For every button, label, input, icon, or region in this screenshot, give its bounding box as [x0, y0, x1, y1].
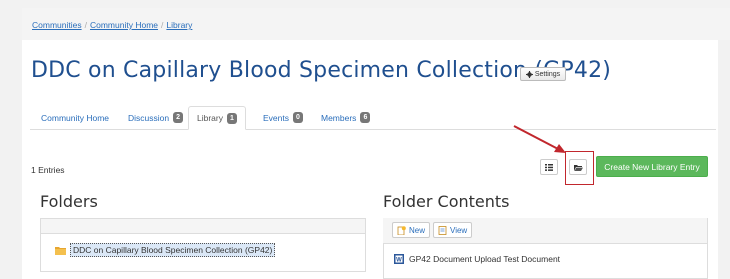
left-gutter: [0, 8, 22, 279]
tab-community-home[interactable]: Community Home: [41, 106, 109, 129]
list-view-button[interactable]: [540, 159, 558, 175]
gear-icon: [525, 70, 533, 78]
list-icon: [545, 163, 553, 171]
tab-label: Community Home: [41, 112, 110, 123]
folder-label: DDC on Capillary Blood Specimen Collecti…: [70, 243, 276, 257]
create-library-entry-button[interactable]: Create New Library Entry: [596, 156, 708, 177]
entries-count: 1 Entries: [31, 165, 65, 175]
document-label: GP42 Document Upload Test Document: [409, 254, 561, 264]
new-document-button[interactable]: New: [392, 222, 431, 238]
folder-contents-toolbar: [383, 218, 707, 244]
view-label: View: [450, 225, 468, 235]
folder-contents-heading: Folder Contents: [383, 192, 510, 211]
count-badge: 1: [226, 112, 237, 124]
breadcrumb-communities[interactable]: Communities: [32, 20, 82, 30]
settings-label: Settings: [534, 70, 561, 78]
tab-discussion[interactable]: Discussion 2: [128, 106, 184, 129]
count-badge: 2: [173, 112, 184, 123]
breadcrumb-library[interactable]: Library: [166, 20, 192, 30]
count-badge: 6: [360, 112, 371, 123]
folders-heading: Folders: [40, 192, 98, 211]
highlight-box: [565, 151, 594, 185]
breadcrumb-community-home[interactable]: Community Home: [90, 20, 158, 30]
new-document-icon: [397, 225, 406, 235]
settings-button[interactable]: Settings: [520, 67, 566, 81]
word-doc-icon: W: [394, 254, 404, 264]
tab-library[interactable]: Library 1: [188, 106, 246, 130]
tab-label: Events: [263, 112, 289, 123]
breadcrumb: Communities / Community Home / Library: [32, 20, 192, 30]
view-icon: [438, 225, 447, 235]
tab-label: Members: [321, 112, 357, 123]
breadcrumb-separator: /: [161, 20, 164, 30]
annotation-arrow: [513, 125, 566, 153]
right-gutter: [718, 8, 730, 279]
svg-text:W: W: [396, 258, 402, 264]
view-button[interactable]: View: [433, 222, 473, 238]
tab-events[interactable]: Events 0: [263, 106, 303, 129]
folders-panel-header: [41, 219, 365, 234]
folder-icon: [55, 246, 66, 255]
tab-label: Discussion: [128, 112, 170, 123]
new-label: New: [409, 225, 426, 235]
breadcrumb-separator: /: [84, 20, 87, 30]
tab-members[interactable]: Members 6: [321, 106, 371, 129]
folder-tree-item[interactable]: DDC on Capillary Blood Specimen Collecti…: [55, 243, 276, 257]
top-strip: [0, 0, 730, 8]
tab-label: Library: [197, 113, 223, 123]
count-badge: 0: [293, 112, 303, 123]
tab-bar: Community Home Discussion 2 Library 1 Ev…: [30, 106, 716, 130]
document-list-item[interactable]: W GP42 Document Upload Test Document: [394, 254, 560, 264]
